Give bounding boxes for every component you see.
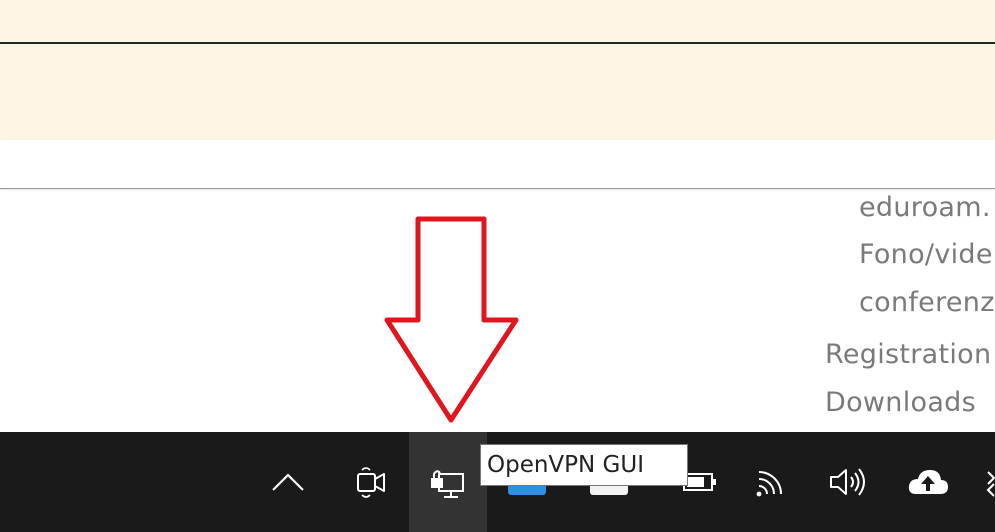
openvpn-tooltip: OpenVPN GUI	[480, 444, 688, 486]
volume-icon[interactable]	[826, 432, 870, 532]
cloud-upload-icon[interactable]	[905, 432, 951, 532]
openvpn-gui-icon[interactable]	[409, 432, 487, 532]
page-banner	[0, 0, 995, 140]
menu-item-downloads[interactable]: Downloads	[825, 379, 976, 427]
tray-edge-icon[interactable]	[982, 432, 995, 532]
menu-item-registration[interactable]: Registration	[825, 331, 991, 379]
banner-rule	[0, 42, 995, 44]
menu-item-eduroam[interactable]: eduroam.	[859, 184, 991, 232]
menu-item-conferenze[interactable]: conferenz	[859, 279, 995, 327]
page-subbar	[0, 140, 995, 189]
menu-item-fono-video[interactable]: Fono/vide	[859, 231, 993, 279]
red-arrow-annotation	[384, 216, 519, 423]
chevron-up-icon[interactable]	[268, 432, 308, 532]
camera-in-use-icon[interactable]	[350, 432, 390, 532]
wifi-icon[interactable]	[750, 432, 792, 532]
